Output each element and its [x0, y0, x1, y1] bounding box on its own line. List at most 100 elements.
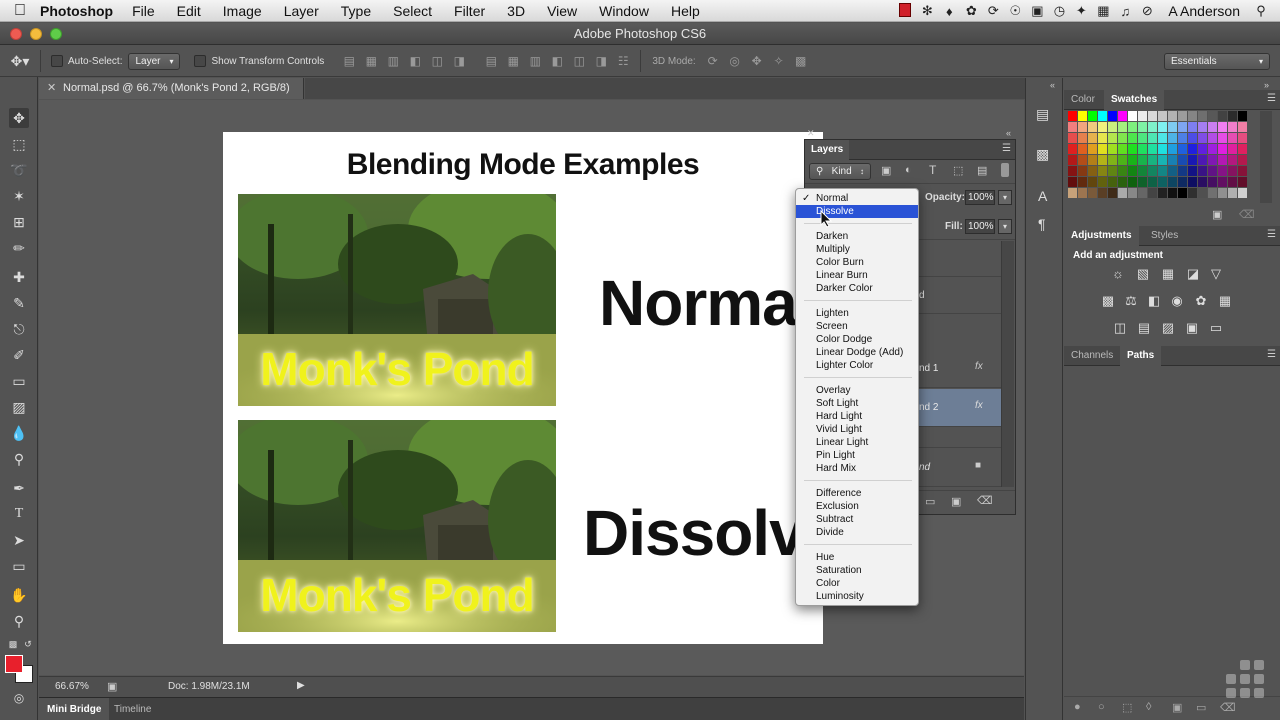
brush-tool-icon[interactable]: ✎: [9, 293, 29, 313]
auto-select-dropdown[interactable]: Layer ▾: [128, 52, 181, 70]
color-swatch[interactable]: [1068, 177, 1077, 187]
swatches-scrollbar[interactable]: [1260, 111, 1272, 203]
invert-icon[interactable]: ◫: [1111, 320, 1129, 336]
status-preview-icon[interactable]: ▣: [107, 680, 117, 693]
color-swatch[interactable]: [1168, 155, 1177, 165]
color-swatch[interactable]: [1088, 111, 1097, 121]
color-swatch[interactable]: [1138, 155, 1147, 165]
color-swatch[interactable]: [1218, 133, 1227, 143]
new-path-icon[interactable]: ▭: [1196, 701, 1206, 714]
blend-pin-light[interactable]: Pin Light: [796, 449, 918, 462]
color-swatch[interactable]: [1078, 188, 1087, 198]
color-swatch[interactable]: [1068, 166, 1077, 176]
color-swatch[interactable]: [1218, 122, 1227, 132]
color-swatch[interactable]: [1138, 177, 1147, 187]
panel-menu-icon[interactable]: ☰: [1267, 93, 1276, 104]
color-swatch[interactable]: [1168, 111, 1177, 121]
exposure-icon[interactable]: ◪: [1184, 266, 1202, 282]
color-swatch[interactable]: [1238, 111, 1247, 121]
color-swatch[interactable]: [1088, 122, 1097, 132]
menu-window[interactable]: Window: [588, 3, 660, 19]
vibrance-icon[interactable]: ▽: [1207, 266, 1225, 282]
tab-layers[interactable]: Layers: [805, 140, 850, 160]
spotlight-search-icon[interactable]: ⚲: [1250, 3, 1272, 19]
marquee-tool-icon[interactable]: ⬚: [9, 134, 29, 154]
color-swatch[interactable]: [1108, 155, 1117, 165]
hue-saturation-icon[interactable]: ▩: [1099, 293, 1117, 309]
posterize-icon[interactable]: ▤: [1135, 320, 1153, 336]
black-white-icon[interactable]: ◧: [1145, 293, 1163, 309]
color-swatch[interactable]: [1188, 133, 1197, 143]
color-swatch[interactable]: [1098, 133, 1107, 143]
tab-styles[interactable]: Styles: [1144, 226, 1185, 246]
color-swatch[interactable]: [1198, 166, 1207, 176]
color-swatch[interactable]: [1208, 155, 1217, 165]
color-swatch[interactable]: [1128, 122, 1137, 132]
color-swatch[interactable]: [1128, 133, 1137, 143]
menu-edit[interactable]: Edit: [166, 3, 212, 19]
color-swatch[interactable]: [1088, 177, 1097, 187]
app-menu[interactable]: Photoshop: [40, 3, 113, 19]
3d-scale-icon[interactable]: ▩: [792, 53, 810, 69]
menu-select[interactable]: Select: [382, 3, 443, 19]
menu-view[interactable]: View: [536, 3, 588, 19]
color-swatch[interactable]: [1108, 122, 1117, 132]
color-swatch[interactable]: [1068, 144, 1077, 154]
path-selection-tool-icon[interactable]: ➤: [9, 530, 29, 550]
color-swatch[interactable]: [1208, 111, 1217, 121]
blend-darker-color[interactable]: Darker Color: [796, 282, 918, 295]
blend-multiply[interactable]: Multiply: [796, 243, 918, 256]
menu-help[interactable]: Help: [660, 3, 711, 19]
3d-rotate-icon[interactable]: ⟳: [704, 53, 722, 69]
blend-luminosity[interactable]: Luminosity: [796, 590, 918, 603]
distribute-top-icon[interactable]: ▤: [482, 53, 500, 69]
healing-brush-tool-icon[interactable]: ✚: [9, 267, 29, 287]
pen-tool-icon[interactable]: ✒: [9, 478, 29, 498]
color-swatch[interactable]: [1148, 144, 1157, 154]
blend-color-dodge[interactable]: Color Dodge: [796, 333, 918, 346]
distribute-bottom-icon[interactable]: ▥: [526, 53, 544, 69]
blend-lighter-color[interactable]: Lighter Color: [796, 359, 918, 372]
color-lookup-icon[interactable]: ▦: [1216, 293, 1234, 309]
blend-screen[interactable]: Screen: [796, 320, 918, 333]
blend-difference[interactable]: Difference: [796, 487, 918, 500]
blend-divide[interactable]: Divide: [796, 526, 918, 539]
opacity-field[interactable]: 100%: [965, 190, 995, 205]
make-work-path-icon[interactable]: ◊: [1146, 701, 1151, 713]
new-swatch-icon[interactable]: ▣: [1212, 208, 1222, 221]
color-swatch[interactable]: [1208, 122, 1217, 132]
color-swatch[interactable]: [1148, 188, 1157, 198]
filter-pixel-icon[interactable]: ▣: [881, 164, 891, 177]
tab-mini-bridge[interactable]: Mini Bridge: [39, 698, 110, 720]
history-brush-tool-icon[interactable]: ✐: [9, 345, 29, 365]
color-swatch[interactable]: [1168, 144, 1177, 154]
accessibility-icon[interactable]: ☉: [1004, 3, 1026, 19]
quick-mask-icon[interactable]: ◎: [9, 688, 29, 708]
menu-filter[interactable]: Filter: [443, 3, 496, 19]
blend-lighten[interactable]: Lighten: [796, 307, 918, 320]
color-swatch[interactable]: [1168, 188, 1177, 198]
zoom-window-button[interactable]: [50, 28, 62, 40]
eraser-tool-icon[interactable]: ▭: [9, 371, 29, 391]
foreground-color-swatch[interactable]: [5, 655, 23, 673]
paths-list[interactable]: [1064, 367, 1280, 695]
color-swatch[interactable]: [1088, 188, 1097, 198]
color-swatch[interactable]: [1068, 111, 1077, 121]
color-swatch[interactable]: [1068, 133, 1077, 143]
color-swatch[interactable]: [1148, 166, 1157, 176]
paw-icon[interactable]: ✿: [960, 3, 982, 19]
fill-dropdown-arrow-icon[interactable]: ▾: [998, 219, 1012, 234]
color-swatch[interactable]: [1098, 166, 1107, 176]
swatches-grid[interactable]: [1068, 111, 1254, 203]
threshold-icon[interactable]: ▨: [1159, 320, 1177, 336]
color-swatch[interactable]: [1138, 111, 1147, 121]
color-swatch[interactable]: [1198, 111, 1207, 121]
color-swatch[interactable]: [1118, 133, 1127, 143]
distribute-right-icon[interactable]: ◨: [592, 53, 610, 69]
filter-smart-object-icon[interactable]: ▤: [977, 164, 987, 177]
color-swatch[interactable]: [1158, 122, 1167, 132]
align-bottom-icon[interactable]: ▥: [384, 53, 402, 69]
hand-tool-icon[interactable]: ✋: [9, 585, 29, 605]
color-swatch[interactable]: [1188, 166, 1197, 176]
color-swatch[interactable]: [1098, 155, 1107, 165]
